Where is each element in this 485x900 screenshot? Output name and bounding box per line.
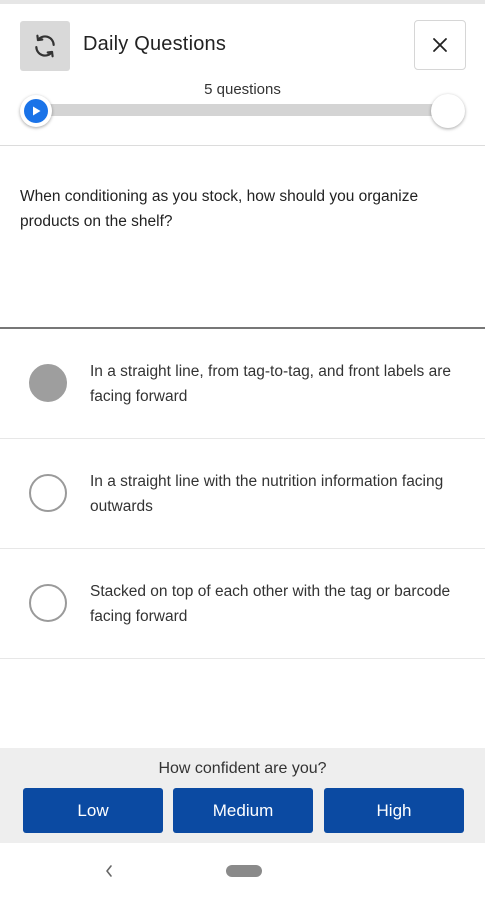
answer-option[interactable]: In a straight line with the nutrition in…: [0, 439, 485, 549]
answer-radio[interactable]: [29, 364, 67, 402]
answer-text: In a straight line, from tag-to-tag, and…: [90, 363, 451, 405]
progress-end-knob[interactable]: [431, 94, 465, 128]
question-text: When conditioning as you stock, how shou…: [20, 188, 419, 230]
progress-label: 5 questions: [204, 81, 281, 98]
play-icon: [33, 106, 41, 116]
progress-track: [26, 104, 446, 116]
back-nav-button[interactable]: [98, 860, 120, 882]
quiz-header: Daily Questions 5 questions: [0, 4, 485, 146]
answer-text: Stacked on top of each other with the ta…: [90, 583, 451, 625]
answer-text: In a straight line with the nutrition in…: [90, 473, 444, 515]
confidence-low-button[interactable]: Low: [23, 788, 163, 833]
close-button[interactable]: [414, 20, 466, 70]
back-chevron-icon: [106, 865, 112, 877]
answer-option[interactable]: In a straight line, from tag-to-tag, and…: [0, 329, 485, 439]
page-title: Daily Questions: [83, 33, 227, 55]
refresh-icon: [35, 34, 55, 58]
confidence-medium-button[interactable]: Medium: [173, 788, 313, 833]
refresh-button[interactable]: [20, 21, 70, 71]
close-icon: [433, 38, 447, 52]
confidence-high-button[interactable]: High: [324, 788, 464, 833]
system-nav-bar: [0, 843, 485, 900]
progress-start-knob[interactable]: [20, 95, 52, 127]
answer-radio[interactable]: [29, 474, 67, 512]
play-indicator: [24, 99, 48, 123]
answer-radio[interactable]: [29, 584, 67, 622]
answer-option[interactable]: Stacked on top of each other with the ta…: [0, 549, 485, 659]
confidence-label: How confident are you?: [158, 760, 327, 777]
confidence-panel: How confident are you? Low Medium High: [0, 748, 485, 843]
home-pill-icon[interactable]: [226, 865, 262, 877]
